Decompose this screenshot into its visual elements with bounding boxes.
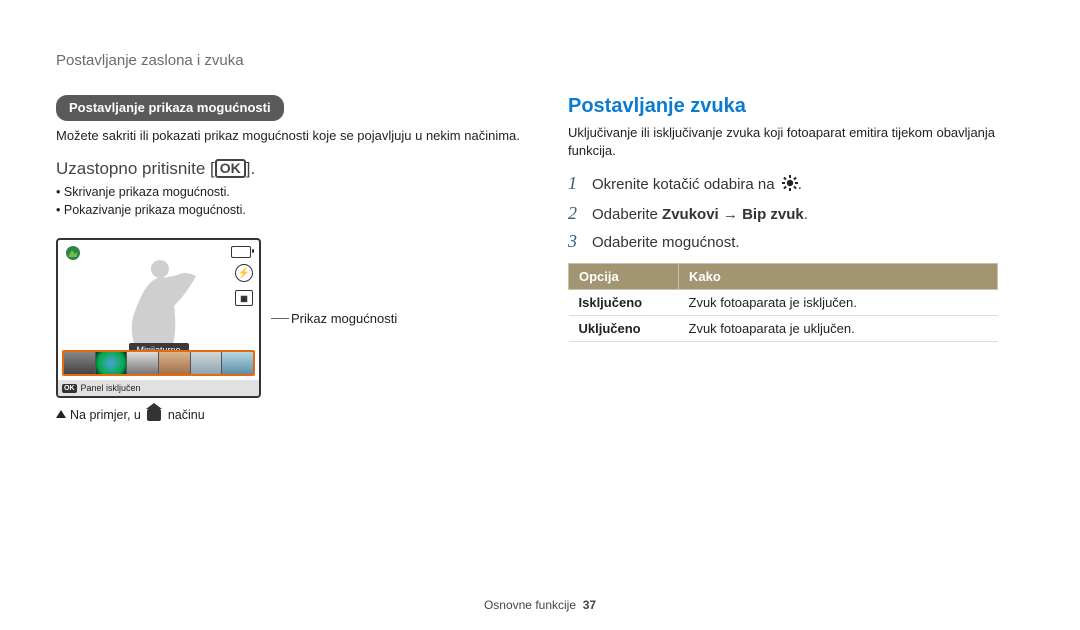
house-icon <box>147 409 161 421</box>
table-row: Isključeno Zvuk fotoaparata je isključen… <box>569 290 998 316</box>
footer: Osnovne funkcije 37 <box>0 598 1080 612</box>
cell-option: Uključeno <box>569 316 679 342</box>
th-kako: Kako <box>679 264 998 290</box>
callout-line <box>271 318 289 319</box>
cell-desc: Zvuk fotoaparata je isključen. <box>679 290 998 316</box>
cell-option: Isključeno <box>569 290 679 316</box>
example-suffix: načinu <box>164 408 204 422</box>
battery-icon <box>231 246 251 258</box>
silhouette-icon <box>106 254 206 348</box>
step-1: 1 Okrenite kotačić odabira na . <box>568 173 1024 197</box>
step-number: 1 <box>568 173 582 194</box>
bullet-item: Pokazivanje prikaza mogućnosti. <box>56 201 526 220</box>
lcd-bottom-bar: OK Panel isključen <box>58 380 259 396</box>
step-number: 3 <box>568 231 582 252</box>
page: Postavljanje zaslona i zvuka Postavljanj… <box>0 0 1080 630</box>
thumb <box>191 352 223 374</box>
callout: Prikaz mogućnosti <box>271 311 397 326</box>
gear-icon <box>782 175 798 197</box>
step-text: Okrenite kotačić odabira na . <box>592 174 802 197</box>
left-column: Postavljanje prikaza mogućnosti Možete s… <box>56 95 526 422</box>
left-intro: Možete sakriti ili pokazati prikaz moguć… <box>56 127 526 145</box>
mode-icon <box>64 244 82 262</box>
sound-heading: Postavljanje zvuka <box>568 95 1024 118</box>
press-prefix: Uzastopno pritisnite [ <box>56 159 215 178</box>
thumb <box>127 352 159 374</box>
bullet-item: Skrivanje prikaza mogućnosti. <box>56 183 526 202</box>
burst-icon: ▦ <box>235 290 253 306</box>
step-bold: Bip zvuk <box>742 206 804 223</box>
step-text: Odaberite Zvukovi → Bip zvuk. <box>592 204 808 225</box>
breadcrumb: Postavljanje zaslona i zvuka <box>56 52 1024 69</box>
section-pill: Postavljanje prikaza mogućnosti <box>56 95 284 121</box>
example-prefix: Na primjer, u <box>70 408 144 422</box>
ok-mini-icon: OK <box>62 384 77 393</box>
lcd-right-icons: ⚡ ▦ <box>235 264 253 306</box>
options-table: Opcija Kako Isključeno Zvuk fotoaparata … <box>568 263 998 342</box>
th-opcija: Opcija <box>569 264 679 290</box>
thumb <box>222 352 253 374</box>
step-bold: Zvukovi <box>662 206 719 223</box>
columns: Postavljanje prikaza mogućnosti Možete s… <box>56 95 1024 422</box>
right-column: Postavljanje zvuka Uključivanje ili iskl… <box>568 95 1024 422</box>
thumb <box>159 352 191 374</box>
press-suffix: ]. <box>246 159 255 178</box>
bottom-bar-text: Panel isključen <box>81 383 141 393</box>
step-3: 3 Odaberite mogućnost. <box>568 231 1024 253</box>
press-ok-line: Uzastopno pritisnite [OK]. <box>56 159 526 179</box>
steps: 1 Okrenite kotačić odabira na . 2 Odaber… <box>568 173 1024 253</box>
step-text-before: Okrenite kotačić odabira na <box>592 176 779 193</box>
figure-row: ⚡ ▦ Minijaturno <box>56 238 526 398</box>
camera-lcd: ⚡ ▦ Minijaturno <box>56 238 261 398</box>
thumb <box>96 352 128 374</box>
step-number: 2 <box>568 203 582 224</box>
triangle-icon <box>56 410 66 418</box>
table-head-row: Opcija Kako <box>569 264 998 290</box>
example-note: Na primjer, u načinu <box>56 408 526 422</box>
step-text: Odaberite mogućnost. <box>592 232 740 253</box>
arrow-glyph: → <box>719 206 742 223</box>
cell-desc: Zvuk fotoaparata je uključen. <box>679 316 998 342</box>
bullet-list: Skrivanje prikaza mogućnosti. Pokazivanj… <box>56 183 526 221</box>
step-text-after: . <box>798 176 802 193</box>
step-text-before: Odaberite <box>592 206 662 223</box>
footer-page: 37 <box>583 598 596 612</box>
footer-section: Osnovne funkcije <box>484 598 576 612</box>
thumb <box>64 352 96 374</box>
right-intro: Uključivanje ili isključivanje zvuka koj… <box>568 124 1024 159</box>
ok-button-glyph: OK <box>215 159 246 178</box>
flash-icon: ⚡ <box>235 264 253 282</box>
callout-text: Prikaz mogućnosti <box>291 311 397 326</box>
step-text-after: . <box>804 206 808 223</box>
step-2: 2 Odaberite Zvukovi → Bip zvuk. <box>568 203 1024 225</box>
table-row: Uključeno Zvuk fotoaparata je uključen. <box>569 316 998 342</box>
filmstrip <box>62 350 255 376</box>
